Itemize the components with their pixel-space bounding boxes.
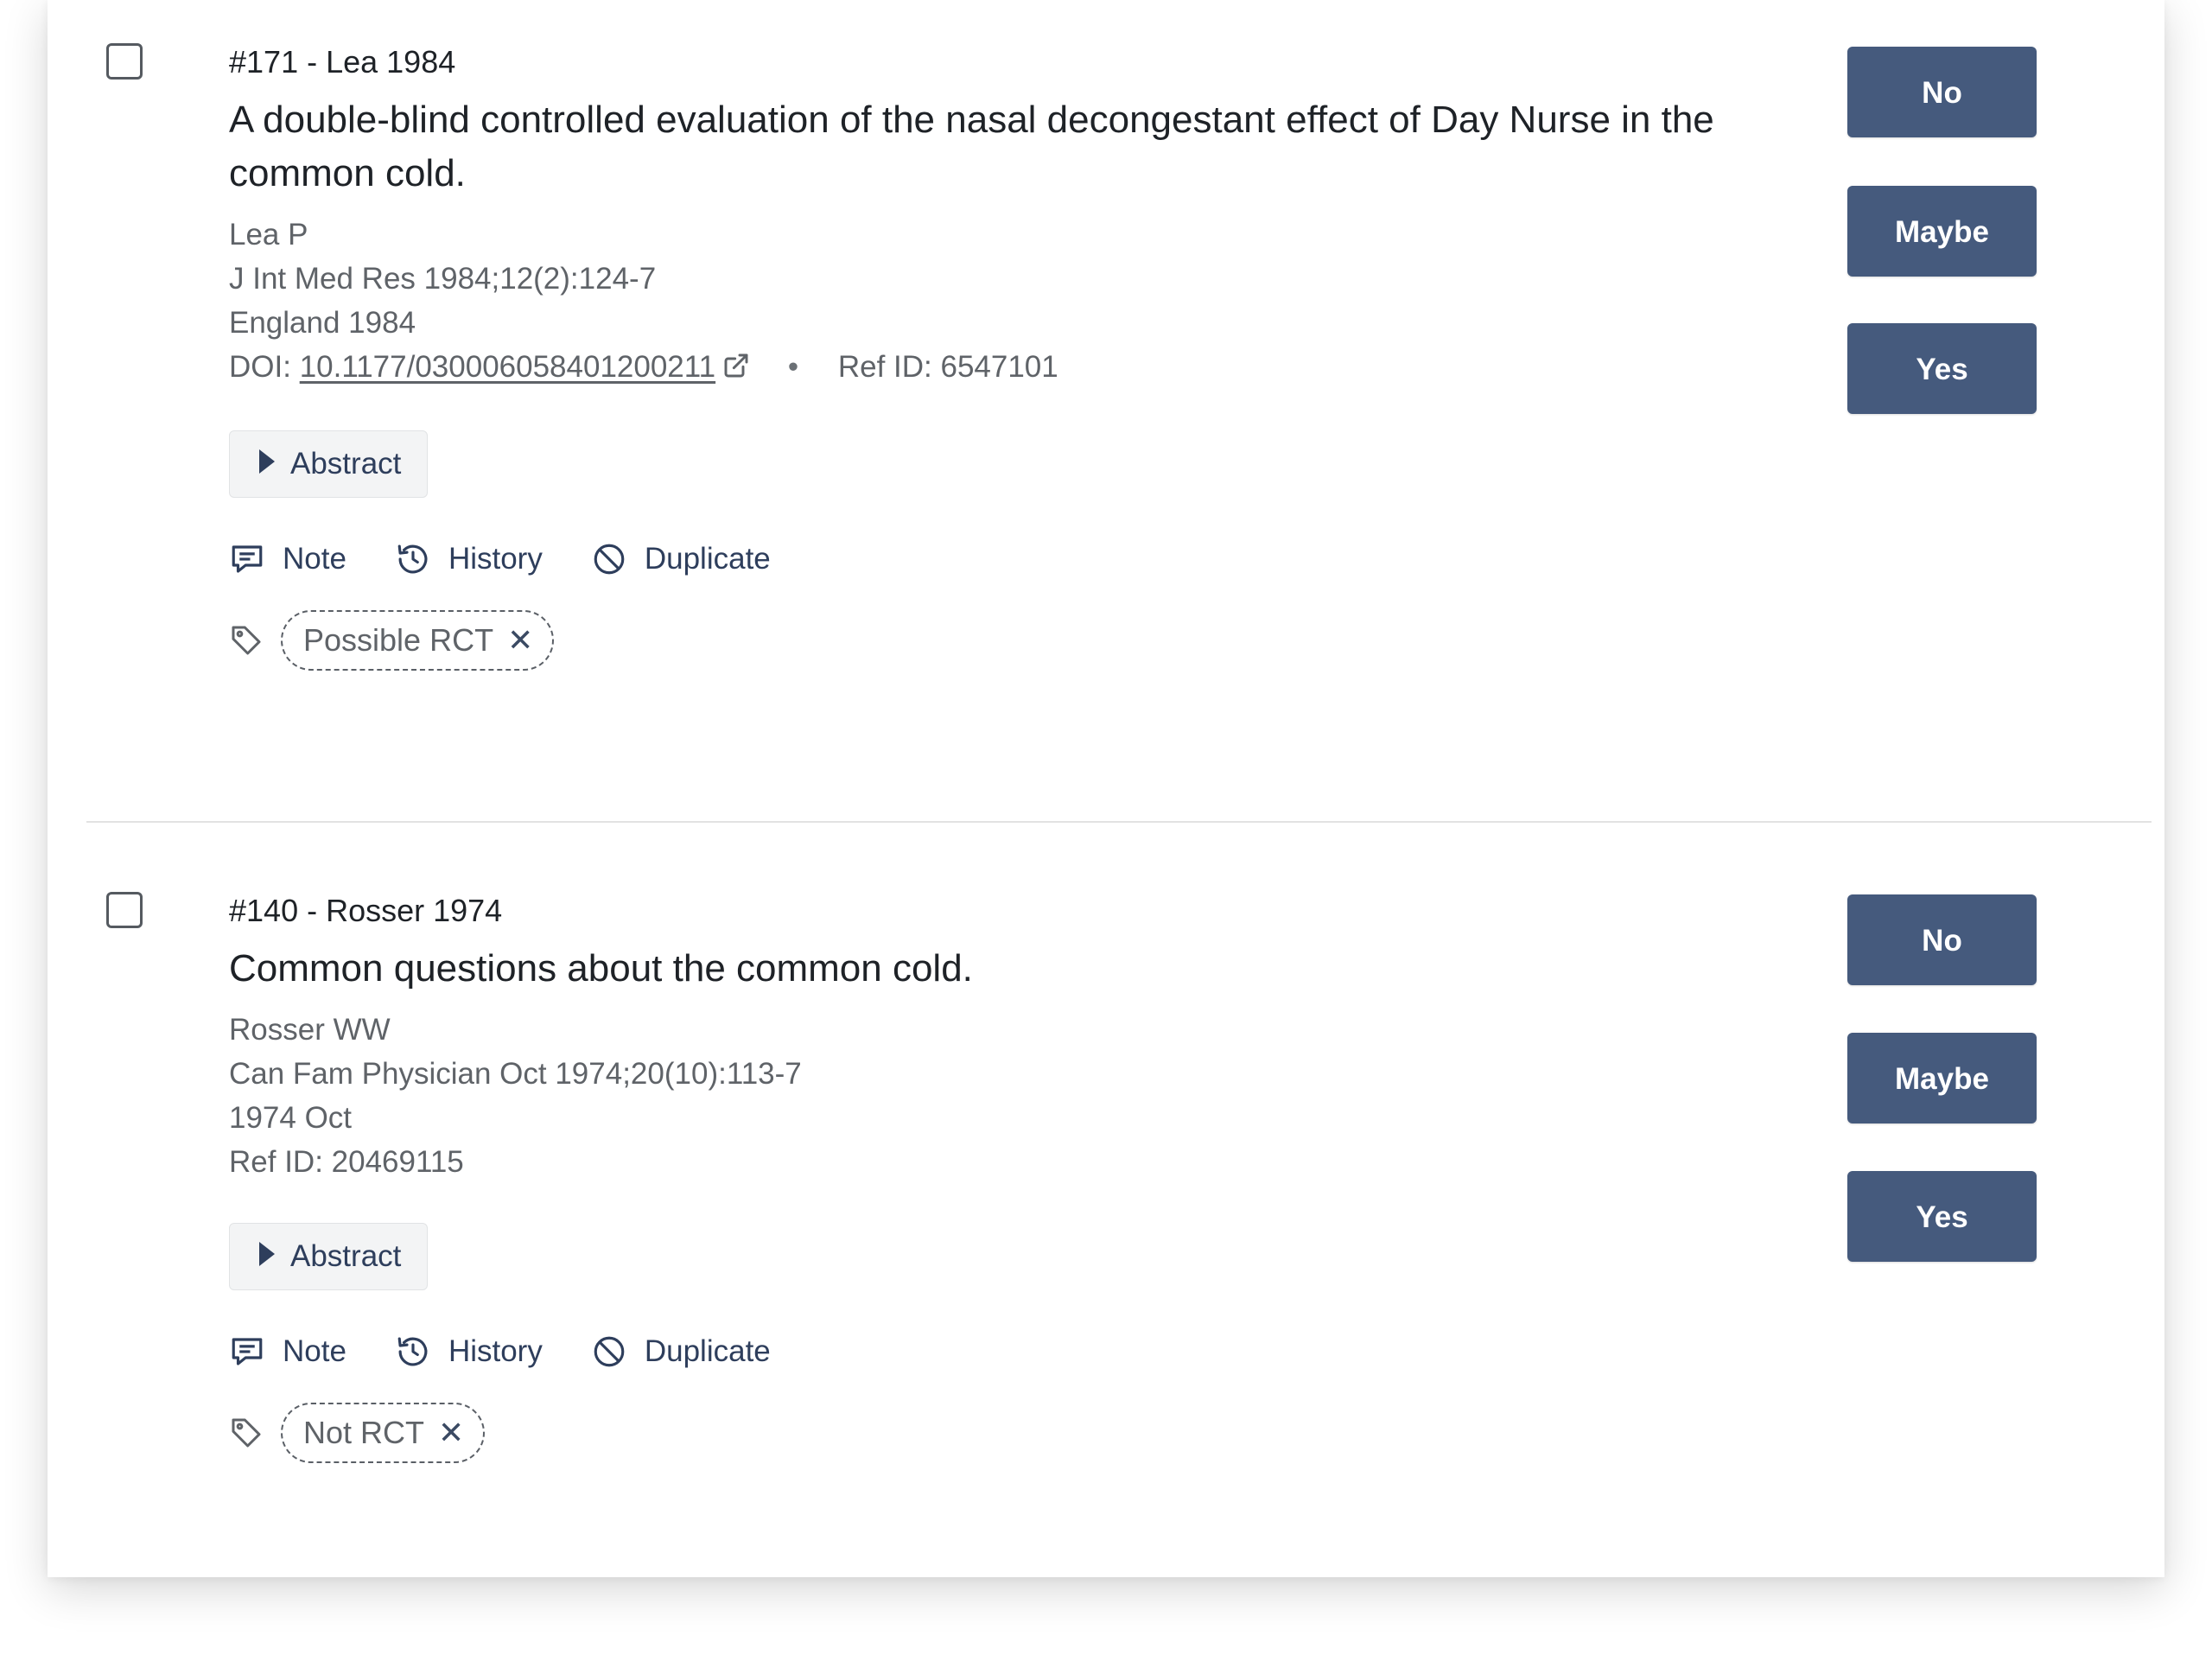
abstract-label: Abstract bbox=[290, 447, 402, 481]
record-doi-row: DOI: 10.1177/030006058401200211 • Ref ID… bbox=[229, 345, 1715, 391]
tag-badge: Possible RCT ✕ bbox=[281, 610, 555, 671]
duplicate-button[interactable]: Duplicate bbox=[591, 541, 771, 577]
note-label: Note bbox=[283, 1334, 346, 1368]
record-location-date: England 1984 bbox=[229, 306, 416, 340]
record-metadata: Lea P J Int Med Res 1984;12(2):124-7 Eng… bbox=[229, 213, 1715, 391]
caret-right-icon bbox=[259, 1242, 275, 1266]
caret-right-icon bbox=[259, 449, 275, 474]
meta-separator: • bbox=[787, 350, 799, 384]
history-label: History bbox=[448, 542, 543, 576]
record-title: A double-blind controlled evaluation of … bbox=[229, 99, 1714, 194]
note-label: Note bbox=[283, 542, 346, 576]
record-location-date: 1974 Oct bbox=[229, 1101, 353, 1135]
record-actions: Note History Duplicate bbox=[229, 541, 1715, 577]
record-tags: Not RCT ✕ bbox=[229, 1403, 1715, 1463]
tag-label: Possible RCT bbox=[303, 622, 494, 658]
external-link-icon[interactable] bbox=[722, 347, 750, 391]
duplicate-label: Duplicate bbox=[644, 542, 771, 576]
record-metadata: Rosser WW Can Fam Physician Oct 1974;20(… bbox=[229, 1008, 1715, 1184]
duplicate-label: Duplicate bbox=[644, 1334, 771, 1368]
note-button[interactable]: Note bbox=[229, 1333, 346, 1370]
record-select-checkbox[interactable] bbox=[106, 43, 143, 80]
tag-badge: Not RCT ✕ bbox=[281, 1403, 486, 1463]
record-identifier: #171 - Lea 1984 bbox=[229, 44, 456, 80]
note-icon bbox=[232, 1338, 263, 1365]
record-actions: Note History Duplicate bbox=[229, 1333, 1715, 1370]
close-icon[interactable]: ✕ bbox=[507, 625, 533, 656]
ref-id: Ref ID: 6547101 bbox=[837, 350, 1058, 384]
record-tags: Possible RCT ✕ bbox=[229, 610, 1715, 671]
abstract-label: Abstract bbox=[290, 1239, 402, 1273]
screening-card: #171 - Lea 1984 A double-blind controlle… bbox=[48, 0, 2164, 1577]
record-select-checkbox[interactable] bbox=[106, 892, 143, 928]
abstract-toggle-button[interactable]: Abstract bbox=[229, 1223, 429, 1290]
history-label: History bbox=[448, 1334, 543, 1368]
doi-label: DOI: bbox=[229, 350, 291, 384]
history-icon bbox=[397, 544, 428, 574]
ref-id: Ref ID: 20469115 bbox=[229, 1145, 464, 1179]
doi-link[interactable]: 10.1177/030006058401200211 bbox=[300, 350, 715, 384]
close-icon[interactable]: ✕ bbox=[438, 1417, 464, 1448]
maybe-button[interactable]: Maybe bbox=[1847, 1033, 2037, 1123]
history-icon bbox=[397, 1337, 428, 1366]
duplicate-button[interactable]: Duplicate bbox=[591, 1333, 771, 1370]
record-authors: Rosser WW bbox=[229, 1013, 391, 1047]
tag-label: Not RCT bbox=[303, 1415, 425, 1450]
yes-button[interactable]: Yes bbox=[1847, 1171, 2037, 1262]
tag-icon bbox=[232, 626, 261, 655]
record-identifier: #140 - Rosser 1974 bbox=[229, 893, 503, 928]
abstract-toggle-button[interactable]: Abstract bbox=[229, 430, 429, 498]
record-title: Common questions about the common cold. bbox=[229, 947, 973, 990]
duplicate-icon bbox=[594, 1336, 625, 1367]
record-item: #171 - Lea 1984 A double-blind controlle… bbox=[48, 0, 2164, 821]
note-button[interactable]: Note bbox=[229, 541, 346, 577]
record-content: #140 - Rosser 1974 Common questions abou… bbox=[229, 892, 1715, 1463]
note-icon bbox=[232, 545, 263, 573]
record-journal: Can Fam Physician Oct 1974;20(10):113-7 bbox=[229, 1057, 802, 1091]
record-journal: J Int Med Res 1984;12(2):124-7 bbox=[229, 262, 657, 296]
yes-button[interactable]: Yes bbox=[1847, 323, 2037, 414]
no-button[interactable]: No bbox=[1847, 47, 2037, 137]
record-item: #140 - Rosser 1974 Common questions abou… bbox=[48, 822, 2164, 1577]
history-button[interactable]: History bbox=[395, 1333, 543, 1370]
record-authors: Lea P bbox=[229, 218, 308, 251]
no-button[interactable]: No bbox=[1847, 894, 2037, 985]
record-content: #171 - Lea 1984 A double-blind controlle… bbox=[229, 43, 1715, 671]
history-button[interactable]: History bbox=[395, 541, 543, 577]
tag-icon bbox=[232, 1418, 261, 1448]
maybe-button[interactable]: Maybe bbox=[1847, 186, 2037, 277]
duplicate-icon bbox=[594, 544, 625, 575]
